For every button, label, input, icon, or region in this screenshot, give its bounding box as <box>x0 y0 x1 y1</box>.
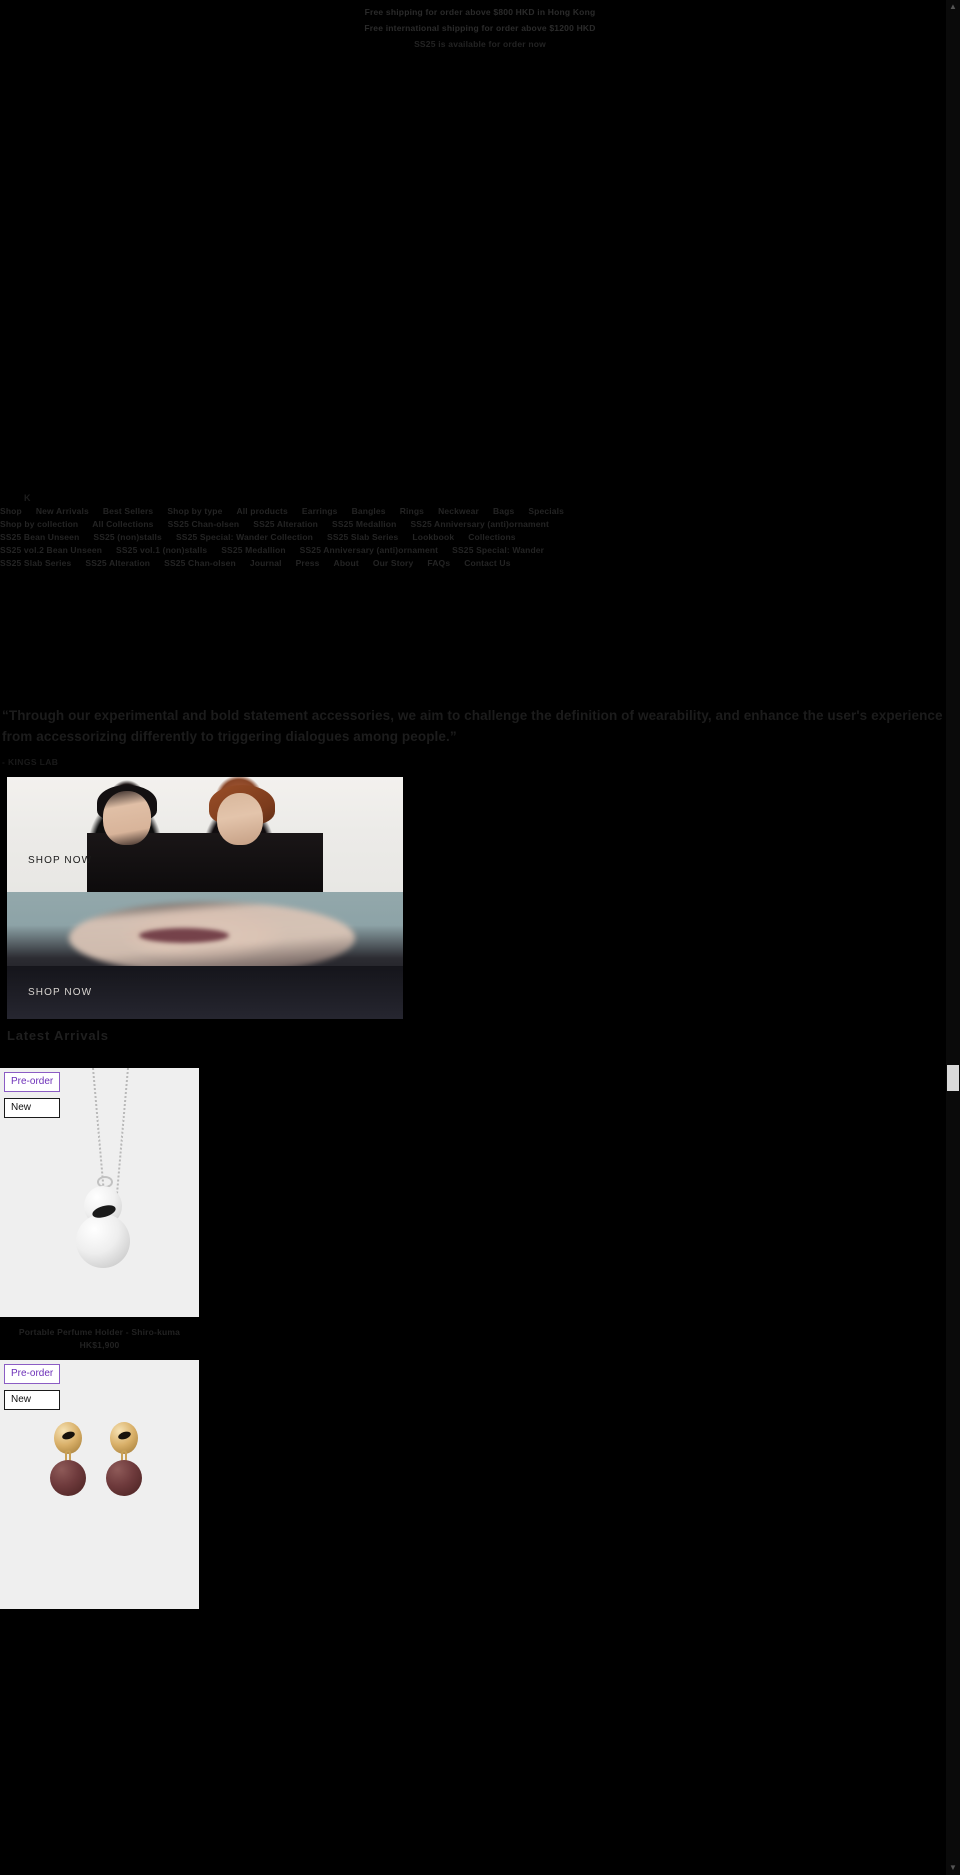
badge-new: New <box>4 1390 61 1410</box>
nav-row: Shop New Arrivals Best Sellers Shop by t… <box>0 505 960 518</box>
nav-item-ss25-medallion[interactable]: SS25 Medallion <box>332 518 396 531</box>
nav-item-ss25-vol2-bean-unseen[interactable]: SS25 vol.2 Bean Unseen <box>0 544 102 557</box>
announcement-line-3: SS25 is available for order now <box>414 39 546 49</box>
nav-item-shop-by-collection[interactable]: Shop by collection <box>0 518 78 531</box>
nav-item-press[interactable]: Press <box>296 557 320 570</box>
nav-row: SS25 vol.2 Bean Unseen SS25 vol.1 (non)s… <box>0 544 960 557</box>
product-price: HK$1,900 <box>79 1340 120 1350</box>
nav-item-ss25-chan-olsen[interactable]: SS25 Chan-olsen <box>168 518 240 531</box>
nav-row: SS25 Slab Series SS25 Alteration SS25 Ch… <box>0 557 960 570</box>
nav-item-contact-us[interactable]: Contact Us <box>464 557 510 570</box>
nav-item-shop[interactable]: Shop <box>0 505 22 518</box>
nav-item-ss25-alteration[interactable]: SS25 Alteration <box>253 518 318 531</box>
nav-item-ss25-chan-olsen-2[interactable]: SS25 Chan-olsen <box>164 557 236 570</box>
hero-lips <box>139 928 229 943</box>
product-badges: Pre-order New <box>4 1072 61 1118</box>
earring-maroon-sphere <box>50 1460 86 1496</box>
nav-item-ss25-bean-unseen[interactable]: SS25 Bean Unseen <box>0 531 79 544</box>
nav-item-new-arrivals[interactable]: New Arrivals <box>36 505 89 518</box>
hero-slide-one[interactable] <box>7 777 403 892</box>
nav-item-earrings[interactable]: Earrings <box>302 505 338 518</box>
nav-row: SS25 Bean Unseen SS25 (non)stalls SS25 S… <box>0 531 960 544</box>
nav-item-specials[interactable]: Specials <box>528 505 564 518</box>
scrollbar-thumb[interactable] <box>947 1065 959 1091</box>
nav-item-all-products[interactable]: All products <box>236 505 287 518</box>
nav-item-our-story[interactable]: Our Story <box>373 557 414 570</box>
latest-arrivals-heading: Latest Arrivals <box>7 1028 109 1043</box>
nav-item-about[interactable]: About <box>334 557 359 570</box>
product-image-drop-earrings[interactable]: Pre-order New <box>0 1360 199 1609</box>
site-logo[interactable]: K <box>24 493 31 503</box>
brand-quote-attribution: - KINGS LAB <box>2 757 59 767</box>
announcement-line-2: Free international shipping for order ab… <box>364 23 596 33</box>
product-image-perfume-holder[interactable]: Pre-order New <box>0 1068 199 1317</box>
nav-item-lookbook[interactable]: Lookbook <box>412 531 454 544</box>
hero-slide-two[interactable] <box>7 892 403 1019</box>
product-card[interactable]: Pre-order New <box>0 1360 199 1609</box>
announcement-line-1: Free shipping for order above $800 HKD i… <box>364 7 596 17</box>
nav-item-ss25-vol1-nonstalls[interactable]: SS25 vol.1 (non)stalls <box>116 544 207 557</box>
nav-item-bags[interactable]: Bags <box>493 505 514 518</box>
hero-one-shop-now-button[interactable]: SHOP NOW <box>28 855 92 866</box>
badge-pre-order: Pre-order <box>4 1364 61 1384</box>
nav-item-all-collections[interactable]: All Collections <box>92 518 153 531</box>
product-card[interactable]: Pre-order New Portable Perfume Holder - … <box>0 1068 199 1352</box>
nav-item-bangles[interactable]: Bangles <box>352 505 386 518</box>
brand-quote: “Through our experimental and bold state… <box>2 708 952 744</box>
main-navigation: Shop New Arrivals Best Sellers Shop by t… <box>0 505 960 570</box>
nav-item-ss25-slab-series[interactable]: SS25 Slab Series <box>327 531 398 544</box>
scroll-up-arrow-icon[interactable]: ▲ <box>946 0 960 14</box>
hero-two-shop-now-button[interactable]: SHOP NOW <box>28 987 92 998</box>
nav-item-ss25-anniversary-2[interactable]: SS25 Anniversary (anti)ornament <box>300 544 439 557</box>
hero-image-models <box>7 777 403 892</box>
nav-item-journal[interactable]: Journal <box>250 557 282 570</box>
hero-model-a-face <box>103 791 151 845</box>
scroll-down-arrow-icon[interactable]: ▼ <box>946 1861 960 1875</box>
product-badges: Pre-order New <box>4 1364 61 1410</box>
nav-row: Shop by collection All Collections SS25 … <box>0 518 960 531</box>
hero-image-portrait <box>7 892 403 1019</box>
nav-item-ss25-medallion-2[interactable]: SS25 Medallion <box>221 544 285 557</box>
earring-maroon-sphere <box>106 1460 142 1496</box>
nav-item-best-sellers[interactable]: Best Sellers <box>103 505 153 518</box>
badge-new: New <box>4 1098 61 1118</box>
pendant-lower-bulb <box>76 1214 130 1268</box>
nav-item-neckwear[interactable]: Neckwear <box>438 505 479 518</box>
badge-pre-order: Pre-order <box>4 1072 61 1092</box>
product-info: Portable Perfume Holder - Shiro-kuma HK$… <box>0 1317 199 1352</box>
page-scrollbar[interactable]: ▲ ▼ <box>946 0 960 1875</box>
nav-item-shop-by-type[interactable]: Shop by type <box>167 505 222 518</box>
nav-item-ss25-special-wander[interactable]: SS25 Special: Wander <box>452 544 544 557</box>
nav-item-ss25-anniversary[interactable]: SS25 Anniversary (anti)ornament <box>410 518 549 531</box>
nav-item-ss25-nonstalls[interactable]: SS25 (non)stalls <box>93 531 162 544</box>
nav-item-collections[interactable]: Collections <box>468 531 515 544</box>
hero-model-b-face <box>217 793 263 845</box>
nav-item-ss25-slab-series-2[interactable]: SS25 Slab Series <box>0 557 71 570</box>
product-title[interactable]: Portable Perfume Holder - Shiro-kuma <box>0 1326 199 1339</box>
nav-item-faqs[interactable]: FAQs <box>427 557 450 570</box>
announcement-bar: Free shipping for order above $800 HKD i… <box>0 0 960 58</box>
product-grid: Pre-order New Portable Perfume Holder - … <box>0 1068 960 1609</box>
nav-item-ss25-alteration-2[interactable]: SS25 Alteration <box>85 557 150 570</box>
nav-item-ss25-wander-collection[interactable]: SS25 Special: Wander Collection <box>176 531 313 544</box>
nav-item-rings[interactable]: Rings <box>400 505 424 518</box>
brand-quote-block: “Through our experimental and bold state… <box>0 705 960 767</box>
